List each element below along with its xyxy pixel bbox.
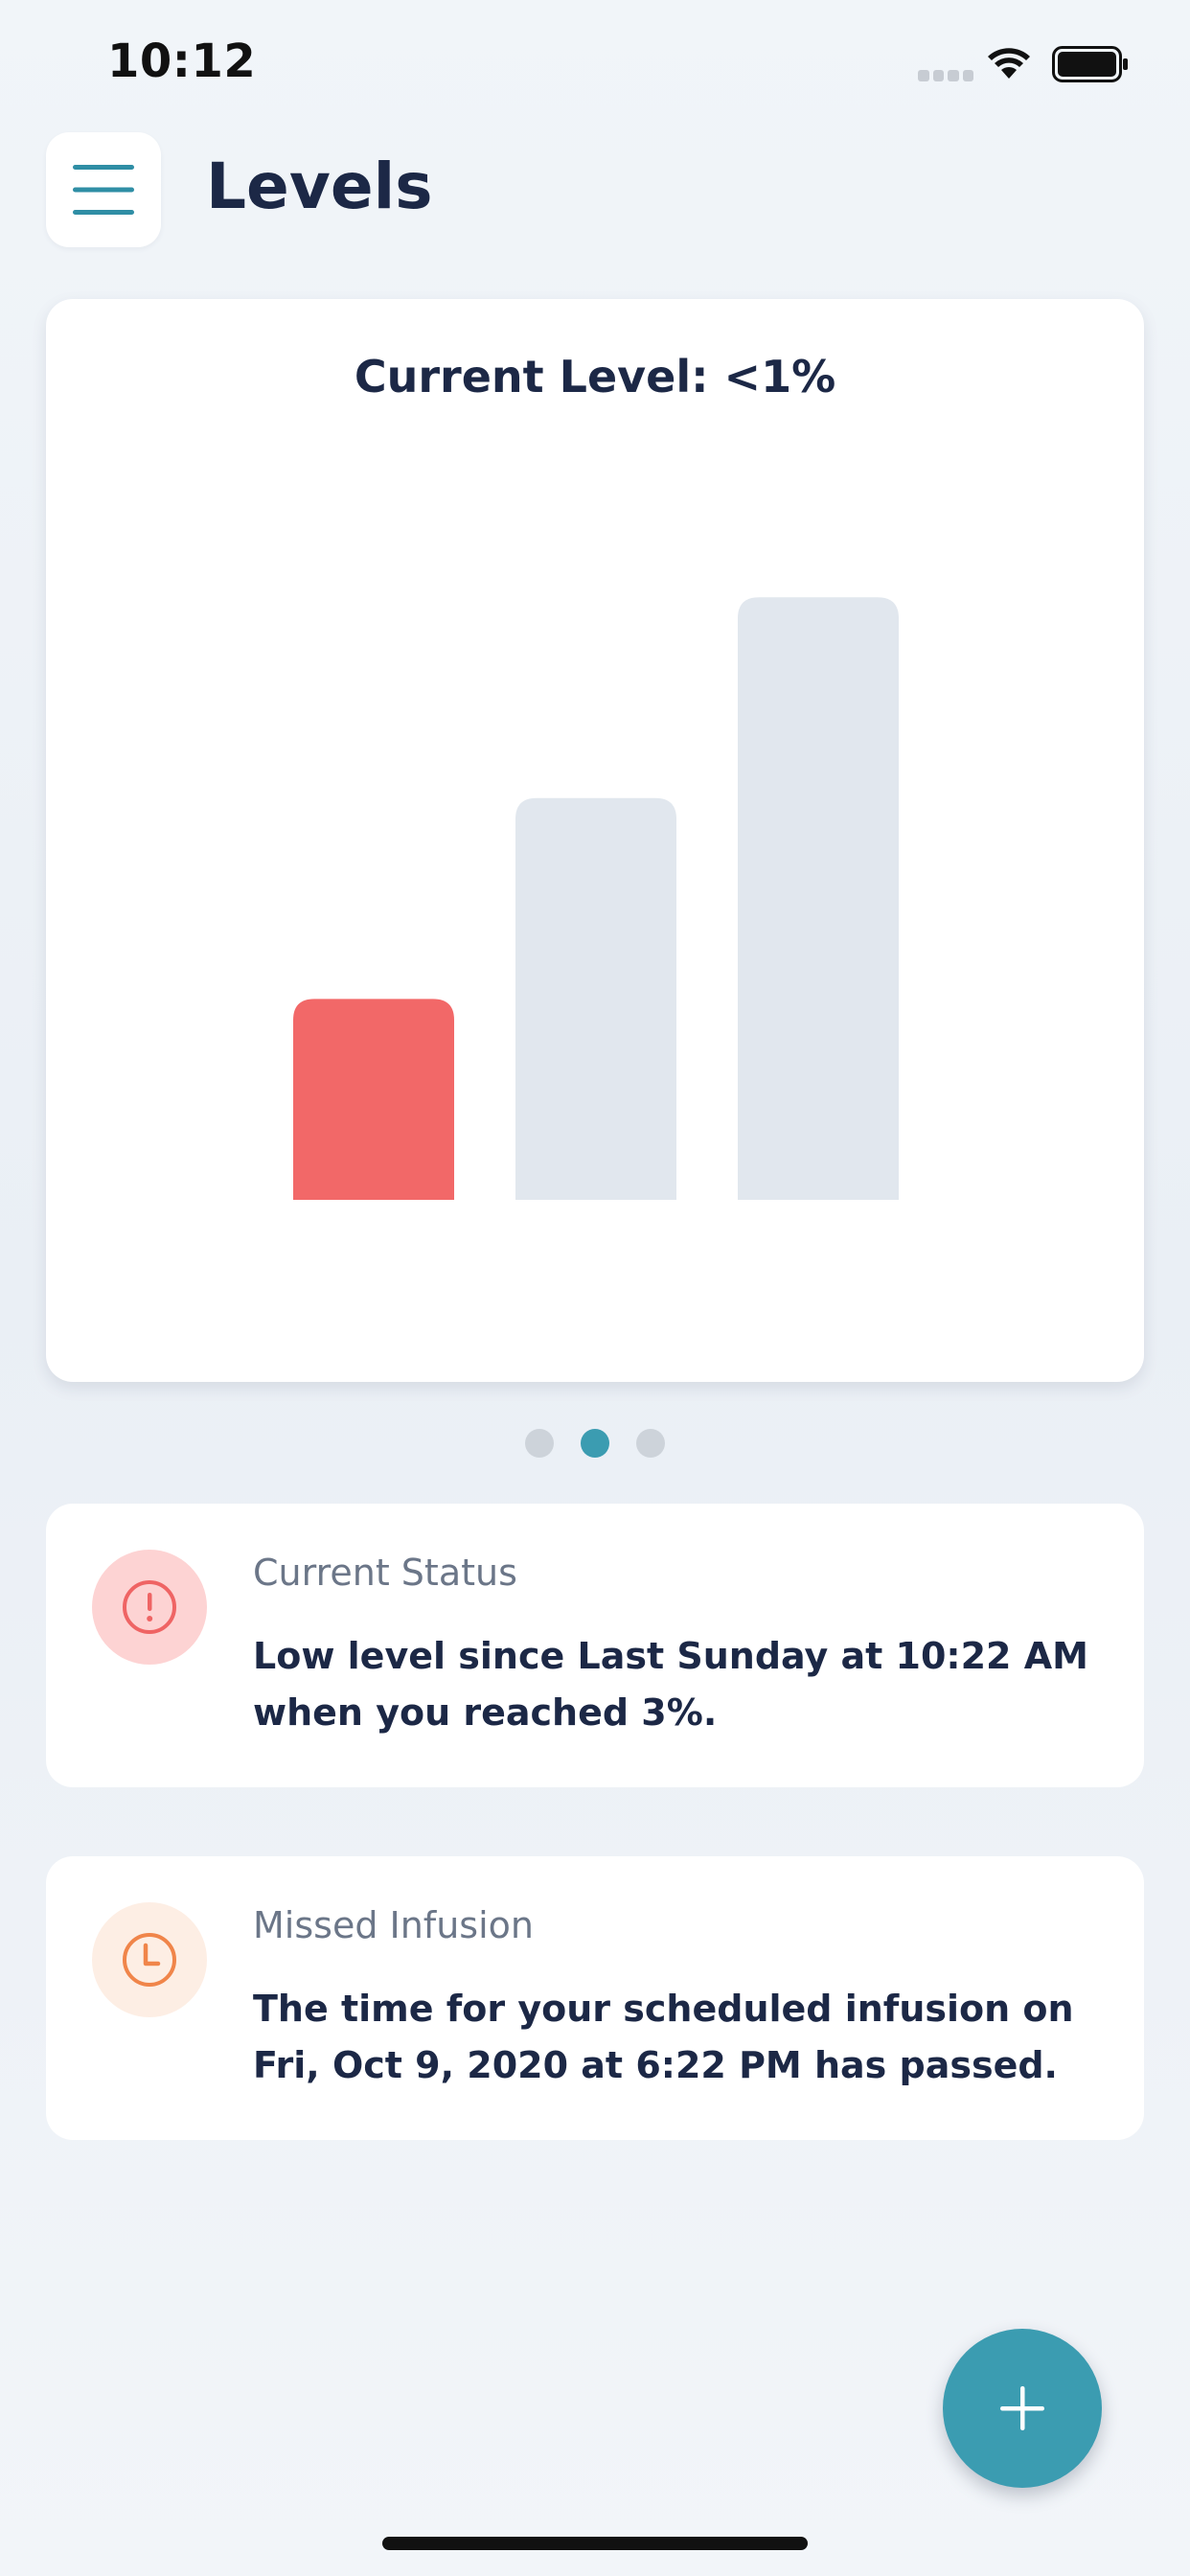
- current-status-text: Low level since Last Sunday at 10:22 AM …: [253, 1635, 1088, 1734]
- chart-bar-2: [515, 797, 676, 1200]
- plus-icon: [1000, 2386, 1044, 2430]
- chart-bar-3: [738, 597, 899, 1200]
- wifi-icon: [988, 48, 1030, 79]
- battery-icon: [1052, 46, 1128, 82]
- page-indicator[interactable]: [525, 1428, 665, 1459]
- alert-circle-icon: [123, 1580, 176, 1634]
- level-chart-card[interactable]: Current Level: <1%: [46, 299, 1144, 1382]
- menu-button[interactable]: [46, 132, 161, 247]
- clock-icon: [123, 1933, 176, 1987]
- missed-infusion-label: Missed Infusion: [253, 1904, 534, 1946]
- signal-icon: [918, 70, 973, 81]
- missed-infusion-card[interactable]: Missed Infusion The time for your schedu…: [46, 1856, 1144, 2140]
- current-status-card[interactable]: Current Status Low level since Last Sund…: [46, 1504, 1144, 1787]
- current-status-label: Current Status: [253, 1552, 517, 1594]
- page-title: Levels: [206, 150, 433, 223]
- status-bar: 10:12: [0, 0, 1190, 134]
- page-dot-1[interactable]: [525, 1429, 554, 1458]
- hamburger-menu-icon: [73, 165, 134, 215]
- home-indicator[interactable]: [382, 2537, 808, 2550]
- clock-icon-badge: [92, 1902, 207, 2017]
- chart-bar-current: [293, 999, 454, 1200]
- status-time: 10:12: [107, 34, 257, 88]
- level-bar-chart: [293, 597, 899, 1200]
- alert-icon-badge: [92, 1550, 207, 1665]
- add-button[interactable]: [943, 2329, 1102, 2488]
- page-dot-3[interactable]: [636, 1429, 665, 1458]
- page-dot-2-active[interactable]: [581, 1429, 609, 1458]
- missed-infusion-text: The time for your scheduled infusion on …: [253, 1988, 1074, 2086]
